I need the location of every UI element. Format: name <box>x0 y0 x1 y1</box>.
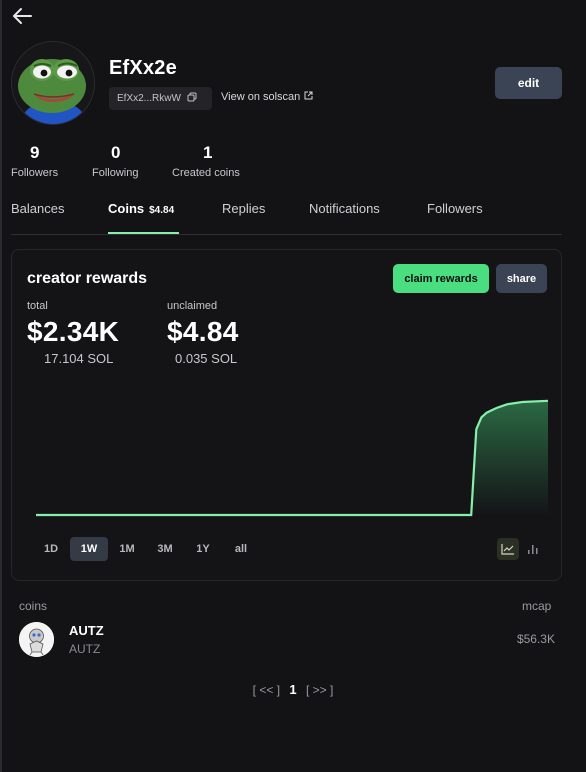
range-1y[interactable]: 1Y <box>184 537 222 561</box>
stat-label: Followers <box>11 167 59 179</box>
avatar <box>11 41 95 125</box>
coin-ticker: AUTZ <box>69 642 101 656</box>
copy-icon[interactable] <box>187 92 197 105</box>
coin-mcap: $56.3K <box>516 632 555 646</box>
coin-image <box>19 622 54 657</box>
stat-value: 0 <box>111 143 121 162</box>
stat-value: 9 <box>30 143 40 162</box>
stat-label: Created coins <box>172 167 240 179</box>
address-text: EfXx2...RkwW <box>117 93 181 104</box>
stat-label: Following <box>92 167 139 179</box>
profile-tabs: Balances Coins $4.84 Replies Notification… <box>11 198 562 235</box>
range-1m[interactable]: 1M <box>108 537 146 561</box>
total-label: total <box>27 300 48 312</box>
range-1w[interactable]: 1W <box>70 537 108 561</box>
solscan-label: View on solscan <box>221 91 301 103</box>
tab-coins-label: Coins <box>108 201 145 216</box>
range-1d[interactable]: 1D <box>32 537 70 561</box>
stat-following[interactable]: 0 Following <box>92 143 138 179</box>
prev-page-button[interactable]: [ << ] <box>253 683 280 697</box>
external-link-icon <box>304 91 313 103</box>
coin-name: AUTZ <box>69 623 104 638</box>
card-title: creator rewards <box>27 270 148 287</box>
next-page-button[interactable]: [ >> ] <box>306 683 333 697</box>
creator-rewards-card: creator rewards claim rewards share tota… <box>11 249 562 581</box>
range-selector: 1D 1W 1M 3M 1Y all <box>32 537 260 561</box>
total-usd: $2.34K <box>27 316 120 347</box>
unclaimed-sol: 0.035 SOL <box>175 351 238 366</box>
total-metric: total $2.34K 17.104 SOL <box>27 300 119 366</box>
stat-value: 1 <box>203 143 213 162</box>
tab-coins[interactable]: Coins $4.84 <box>108 201 174 216</box>
range-all[interactable]: all <box>222 537 260 561</box>
bar-chart-icon[interactable] <box>522 538 544 560</box>
edit-button[interactable]: edit <box>495 67 562 99</box>
tab-notifications[interactable]: Notifications <box>309 201 380 216</box>
pagination: [ << ] 1 [ >> ] <box>0 682 586 697</box>
current-page: 1 <box>289 682 297 697</box>
solscan-link[interactable]: View on solscan <box>221 91 313 103</box>
coins-column-header: coins <box>19 599 48 613</box>
address-copy-pill[interactable]: EfXx2...RkwW <box>109 87 212 110</box>
unclaimed-metric: unclaimed $4.84 0.035 SOL <box>167 300 239 366</box>
unclaimed-usd: $4.84 <box>167 316 239 347</box>
range-3m[interactable]: 3M <box>146 537 184 561</box>
rewards-chart <box>36 399 548 517</box>
tab-replies[interactable]: Replies <box>222 201 265 216</box>
tab-balances[interactable]: Balances <box>11 201 64 216</box>
tab-coins-badge: $4.84 <box>149 205 175 216</box>
stat-followers[interactable]: 9 Followers <box>11 143 58 179</box>
left-border <box>0 0 2 772</box>
back-arrow-icon[interactable] <box>11 6 33 26</box>
line-chart-icon[interactable] <box>497 538 519 560</box>
stat-created-coins[interactable]: 1 Created coins <box>172 143 240 179</box>
coin-row[interactable]: AUTZ AUTZ $56.3K <box>11 617 562 663</box>
claim-rewards-button[interactable]: claim rewards <box>393 264 489 293</box>
active-tab-indicator <box>108 232 179 234</box>
share-button[interactable]: share <box>496 264 547 293</box>
chart-series-line <box>36 399 548 517</box>
tab-followers[interactable]: Followers <box>427 201 483 216</box>
mcap-column-header: mcap <box>522 599 552 613</box>
unclaimed-label: unclaimed <box>167 300 218 312</box>
username: EfXx2e <box>109 57 177 79</box>
total-sol: 17.104 SOL <box>44 351 114 366</box>
